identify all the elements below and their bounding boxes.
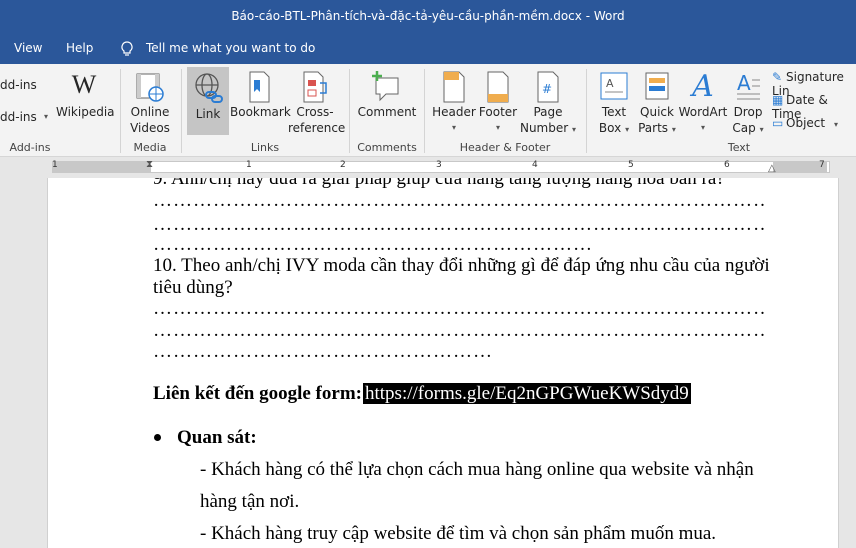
wikipedia-icon: W xyxy=(71,70,97,99)
observation-line-2: hàng tận nơi. xyxy=(200,491,300,512)
text-box-icon: A xyxy=(600,72,628,100)
ruler-number: 2 xyxy=(340,160,346,170)
ruler-number: 6 xyxy=(724,160,730,170)
question-9-partial: 9. Anh/chị hãy đưa ra giải pháp giúp cửa… xyxy=(153,178,725,189)
svg-text:#: # xyxy=(542,82,552,96)
answer-dots-line: …………………………………………………………………………………………………………… xyxy=(153,214,767,235)
answer-dots-line: …………………………………………………………………………………………………………… xyxy=(153,190,767,211)
observation-heading: Quan sát: xyxy=(177,427,257,448)
bookmark-button[interactable]: Bookmark xyxy=(230,70,291,120)
menu-help[interactable]: Help xyxy=(66,41,93,55)
object-icon: ▭ xyxy=(772,116,784,130)
window-title: Báo-cáo-BTL-Phân-tích-và-đặc-tả-yêu-cầu-… xyxy=(231,9,625,23)
group-media: Media xyxy=(133,141,167,154)
online-videos-button[interactable]: Online Videos xyxy=(124,70,176,136)
quick-parts-icon xyxy=(645,72,669,100)
indent-marker-icon[interactable]: ⧗ xyxy=(146,159,153,170)
answer-dots-line: ………………………………………………………… xyxy=(153,234,593,255)
ruler-number: 1 xyxy=(246,160,252,170)
wikipedia-button[interactable]: W Wikipedia xyxy=(56,70,115,120)
answer-dots-line: …………………………………………………………………………………………………………… xyxy=(153,298,767,319)
answer-dots-line: …………………………………………… xyxy=(153,341,493,362)
svg-text:A: A xyxy=(737,71,751,95)
wordart-button[interactable]: A WordArt ▾ xyxy=(678,70,728,136)
right-indent-marker-icon[interactable]: △ xyxy=(768,163,776,174)
cross-reference-icon xyxy=(303,71,327,103)
link-globe-icon xyxy=(195,73,223,103)
wordart-icon: A xyxy=(692,69,714,104)
menu-view[interactable]: View xyxy=(14,41,42,55)
addins-item-2[interactable]: dd-ins xyxy=(0,110,37,124)
link-button[interactable]: Link xyxy=(187,67,229,135)
lightbulb-icon xyxy=(120,41,134,60)
bookmark-icon xyxy=(249,71,270,103)
footer-icon xyxy=(487,71,509,103)
answer-dots-line: …………………………………………………………………………………………………………… xyxy=(153,320,767,341)
ruler-number: 7 xyxy=(819,160,825,170)
document-page[interactable]: 9. Anh/chị hãy đưa ra giải pháp giúp cửa… xyxy=(47,178,839,548)
footer-button[interactable]: Footer ▾ xyxy=(478,70,518,136)
drop-cap-icon: A xyxy=(737,71,760,100)
header-button[interactable]: Header ▾ xyxy=(430,70,478,136)
question-10-line-1: 10. Theo anh/chị IVY moda cần thay đổi n… xyxy=(153,255,770,276)
header-icon xyxy=(443,71,465,103)
signature-line-icon: ✎ xyxy=(772,70,783,84)
observation-line-3: - Khách hàng truy cập website để tìm và … xyxy=(200,523,717,544)
observation-line-1: - Khách hàng có thể lựa chọn cách mua hà… xyxy=(200,459,754,480)
drop-cap-button[interactable]: A Drop Cap ▾ xyxy=(728,70,768,138)
addins-item-1[interactable]: dd-ins xyxy=(0,78,37,92)
ruler-number: 4 xyxy=(532,160,538,170)
google-form-link[interactable]: https://forms.gle/Eq2nGPGWueKWSdyd9 xyxy=(363,383,696,405)
page-number-icon: # xyxy=(537,71,559,103)
horizontal-ruler[interactable]: 1 1 2 3 4 5 6 7 ⧗ △ xyxy=(0,157,856,175)
ruler-number: 3 xyxy=(436,160,442,170)
bullet-point xyxy=(154,434,161,441)
question-10-line-2: tiêu dùng? xyxy=(153,277,233,298)
menu-bar: View Help Tell me what you want to do xyxy=(0,34,856,64)
cross-reference-button[interactable]: Cross- reference xyxy=(288,70,345,136)
quick-parts-button[interactable]: Quick Parts ▾ xyxy=(636,70,678,138)
google-form-label: Liên kết đến google form: xyxy=(153,383,362,404)
tell-me-search[interactable]: Tell me what you want to do xyxy=(146,41,315,55)
ruler-number: 5 xyxy=(628,160,634,170)
comment-button[interactable]: Comment xyxy=(354,70,420,120)
page-number-button[interactable]: # Page Number ▾ xyxy=(518,70,578,138)
group-comments: Comments xyxy=(357,141,417,154)
group-addins: Add-ins xyxy=(9,141,51,154)
group-links: Links xyxy=(250,141,280,154)
svg-text:A: A xyxy=(606,77,614,90)
group-header-footer: Header & Footer xyxy=(459,141,551,154)
object-button[interactable]: ▭ Object ▾ xyxy=(772,116,838,130)
date-time-icon: ▦ xyxy=(772,93,784,107)
title-bar: Báo-cáo-BTL-Phân-tích-và-đặc-tả-yêu-cầu-… xyxy=(0,0,856,34)
text-box-button[interactable]: A Text Box ▾ xyxy=(594,70,634,138)
chevron-down-icon: ▾ xyxy=(44,112,49,121)
new-comment-icon xyxy=(372,71,399,102)
online-video-icon xyxy=(136,73,164,102)
group-text: Text xyxy=(727,141,751,154)
ribbon: dd-ins dd-ins ▾ W Wikipedia Add-ins Onli… xyxy=(0,64,856,157)
ruler-number: 1 xyxy=(52,160,58,170)
